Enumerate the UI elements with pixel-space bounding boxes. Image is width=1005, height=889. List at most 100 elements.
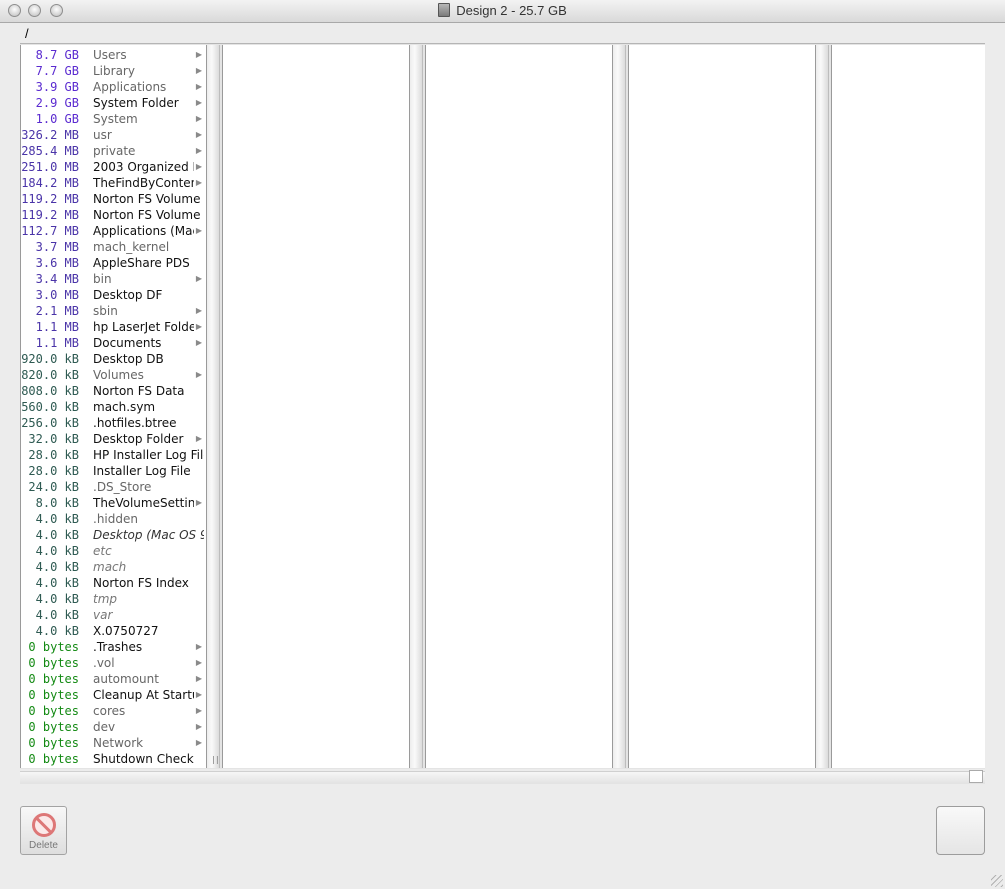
- disclosure-arrow-icon: ▶: [194, 47, 204, 63]
- list-item[interactable]: 4.0 kB mach: [21, 559, 206, 575]
- list-item[interactable]: 0 bytes cores ▶: [21, 703, 206, 719]
- browser-column-4[interactable]: [628, 45, 816, 768]
- file-size: 7.7 GB: [35, 64, 79, 78]
- browser-column-2[interactable]: [222, 45, 410, 768]
- resize-handle-icon[interactable]: [991, 875, 1003, 887]
- delete-label: Delete: [29, 840, 58, 851]
- file-name: .DS_Store: [93, 480, 152, 494]
- disclosure-arrow-icon: ▶: [194, 367, 204, 383]
- delete-button[interactable]: Delete: [20, 806, 67, 855]
- list-item[interactable]: 808.0 kB Norton FS Data: [21, 383, 206, 399]
- list-item[interactable]: 0 bytes Network ▶: [21, 735, 206, 751]
- browser-column-5[interactable]: [831, 45, 985, 768]
- preview-button[interactable]: [936, 806, 985, 855]
- file-size: 112.7 MB: [21, 224, 79, 238]
- list-item[interactable]: 8.0 kB TheVolumeSettingsFolder▶: [21, 495, 206, 511]
- list-item[interactable]: 24.0 kB .DS_Store: [21, 479, 206, 495]
- file-size: 2.1 MB: [35, 304, 79, 318]
- list-item[interactable]: 560.0 kB mach.sym: [21, 399, 206, 415]
- list-item[interactable]: 0 bytes dev ▶: [21, 719, 206, 735]
- file-size: 1.1 MB: [35, 320, 79, 334]
- list-item[interactable]: 4.0 kB Desktop (Mac OS 9): [21, 527, 206, 543]
- list-item[interactable]: 4.0 kB Norton FS Index: [21, 575, 206, 591]
- disclosure-arrow-icon: ▶: [194, 495, 204, 511]
- column-1-scrollbar[interactable]: ||: [207, 45, 220, 768]
- file-size: 8.0 kB: [35, 496, 79, 510]
- list-item[interactable]: 1.0 GB System ▶: [21, 111, 206, 127]
- file-name: Applications: [93, 80, 167, 94]
- list-item[interactable]: 28.0 kB HP Installer Log File: [21, 447, 206, 463]
- file-name: .vol: [93, 656, 115, 670]
- list-item[interactable]: 119.2 MB Norton FS Volume: [21, 207, 206, 223]
- list-item[interactable]: 0 bytes automount ▶: [21, 671, 206, 687]
- browser-column-3[interactable]: [425, 45, 613, 768]
- disclosure-arrow-icon: ▶: [194, 127, 204, 143]
- file-name: Desktop DF: [93, 288, 163, 302]
- list-item[interactable]: 4.0 kB var: [21, 607, 206, 623]
- list-item[interactable]: 0 bytes Shutdown Check: [21, 751, 206, 767]
- file-name: hp LaserJet Folder: [93, 320, 202, 334]
- file-size: 0 bytes: [28, 704, 79, 718]
- file-size: 28.0 kB: [28, 464, 79, 478]
- file-size: 0 bytes: [28, 688, 79, 702]
- list-item[interactable]: 820.0 kB Volumes ▶: [21, 367, 206, 383]
- browser-column-1[interactable]: 8.7 GB Users ▶ 7.7 GB Library ▶ 3.9 GB Applicat…: [20, 45, 207, 768]
- list-item[interactable]: 184.2 MB TheFindByContentFolder▶: [21, 175, 206, 191]
- file-name: TheVolumeSettingsFolder: [93, 496, 204, 510]
- disclosure-arrow-icon: ▶: [194, 655, 204, 671]
- list-item[interactable]: 4.0 kB tmp: [21, 591, 206, 607]
- list-item[interactable]: 2.9 GB System Folder ▶: [21, 95, 206, 111]
- column-2-scrollbar[interactable]: [410, 45, 423, 768]
- file-name: Volumes: [93, 368, 144, 382]
- list-item[interactable]: 7.7 GB Library ▶: [21, 63, 206, 79]
- list-item[interactable]: 4.0 kB X.0750727: [21, 623, 206, 639]
- list-item[interactable]: 119.2 MB Norton FS Volume 2: [21, 191, 206, 207]
- file-size: 0 bytes: [28, 752, 79, 766]
- file-size: 2.9 GB: [35, 96, 79, 110]
- list-item[interactable]: 1.1 MB Documents ▶: [21, 335, 206, 351]
- file-list: 8.7 GB Users ▶ 7.7 GB Library ▶ 3.9 GB Applicat…: [21, 47, 206, 767]
- list-item[interactable]: 3.9 GB Applications ▶: [21, 79, 206, 95]
- file-name: sbin: [93, 304, 118, 318]
- file-name: Norton FS Index: [93, 576, 189, 590]
- file-size: 4.0 kB: [35, 592, 79, 606]
- list-item[interactable]: 256.0 kB .hotfiles.btree: [21, 415, 206, 431]
- disclosure-arrow-icon: ▶: [194, 79, 204, 95]
- list-item[interactable]: 3.7 MB mach_kernel: [21, 239, 206, 255]
- disk-icon: [438, 3, 451, 17]
- file-name: TheFindByContentFolder: [93, 176, 204, 190]
- window-title-wrap: Design 2 - 25.7 GB: [0, 3, 1005, 18]
- file-size: 4.0 kB: [35, 576, 79, 590]
- list-item[interactable]: 0 bytes .Trashes ▶: [21, 639, 206, 655]
- list-item[interactable]: 920.0 kB Desktop DB: [21, 351, 206, 367]
- column-4-scrollbar[interactable]: [816, 45, 829, 768]
- column-resize-grip-icon[interactable]: ||: [211, 755, 220, 764]
- list-item[interactable]: 32.0 kB Desktop Folder ▶: [21, 431, 206, 447]
- list-item[interactable]: 285.4 MB private ▶: [21, 143, 206, 159]
- file-name: Desktop Folder: [93, 432, 184, 446]
- list-item[interactable]: 4.0 kB etc: [21, 543, 206, 559]
- list-item[interactable]: 8.7 GB Users ▶: [21, 47, 206, 63]
- disclosure-arrow-icon: ▶: [194, 735, 204, 751]
- list-item[interactable]: 251.0 MB 2003 Organized Files▶: [21, 159, 206, 175]
- column-3-scrollbar[interactable]: [613, 45, 626, 768]
- file-name: private: [93, 144, 136, 158]
- list-item[interactable]: 2.1 MB sbin ▶: [21, 303, 206, 319]
- list-item[interactable]: 0 bytes .vol ▶: [21, 655, 206, 671]
- list-item[interactable]: 3.0 MB Desktop DF: [21, 287, 206, 303]
- list-item[interactable]: 3.4 MB bin ▶: [21, 271, 206, 287]
- file-size: 28.0 kB: [28, 448, 79, 462]
- file-size: 256.0 kB: [21, 416, 79, 430]
- horizontal-scrollbar[interactable]: [20, 771, 985, 784]
- list-item[interactable]: 0 bytes Cleanup At Startup ▶: [21, 687, 206, 703]
- title-bar: Design 2 - 25.7 GB: [0, 0, 1005, 23]
- list-item[interactable]: 4.0 kB .hidden: [21, 511, 206, 527]
- list-item[interactable]: 1.1 MB hp LaserJet Folder ▶: [21, 319, 206, 335]
- list-item[interactable]: 326.2 MB usr ▶: [21, 127, 206, 143]
- list-item[interactable]: 3.6 MB AppleShare PDS: [21, 255, 206, 271]
- file-name: Cleanup At Startup: [93, 688, 204, 702]
- list-item[interactable]: 112.7 MB Applications (Mac OS 9)▶: [21, 223, 206, 239]
- list-item[interactable]: 28.0 kB Installer Log File: [21, 463, 206, 479]
- file-name: var: [93, 608, 113, 622]
- file-name: Library: [93, 64, 135, 78]
